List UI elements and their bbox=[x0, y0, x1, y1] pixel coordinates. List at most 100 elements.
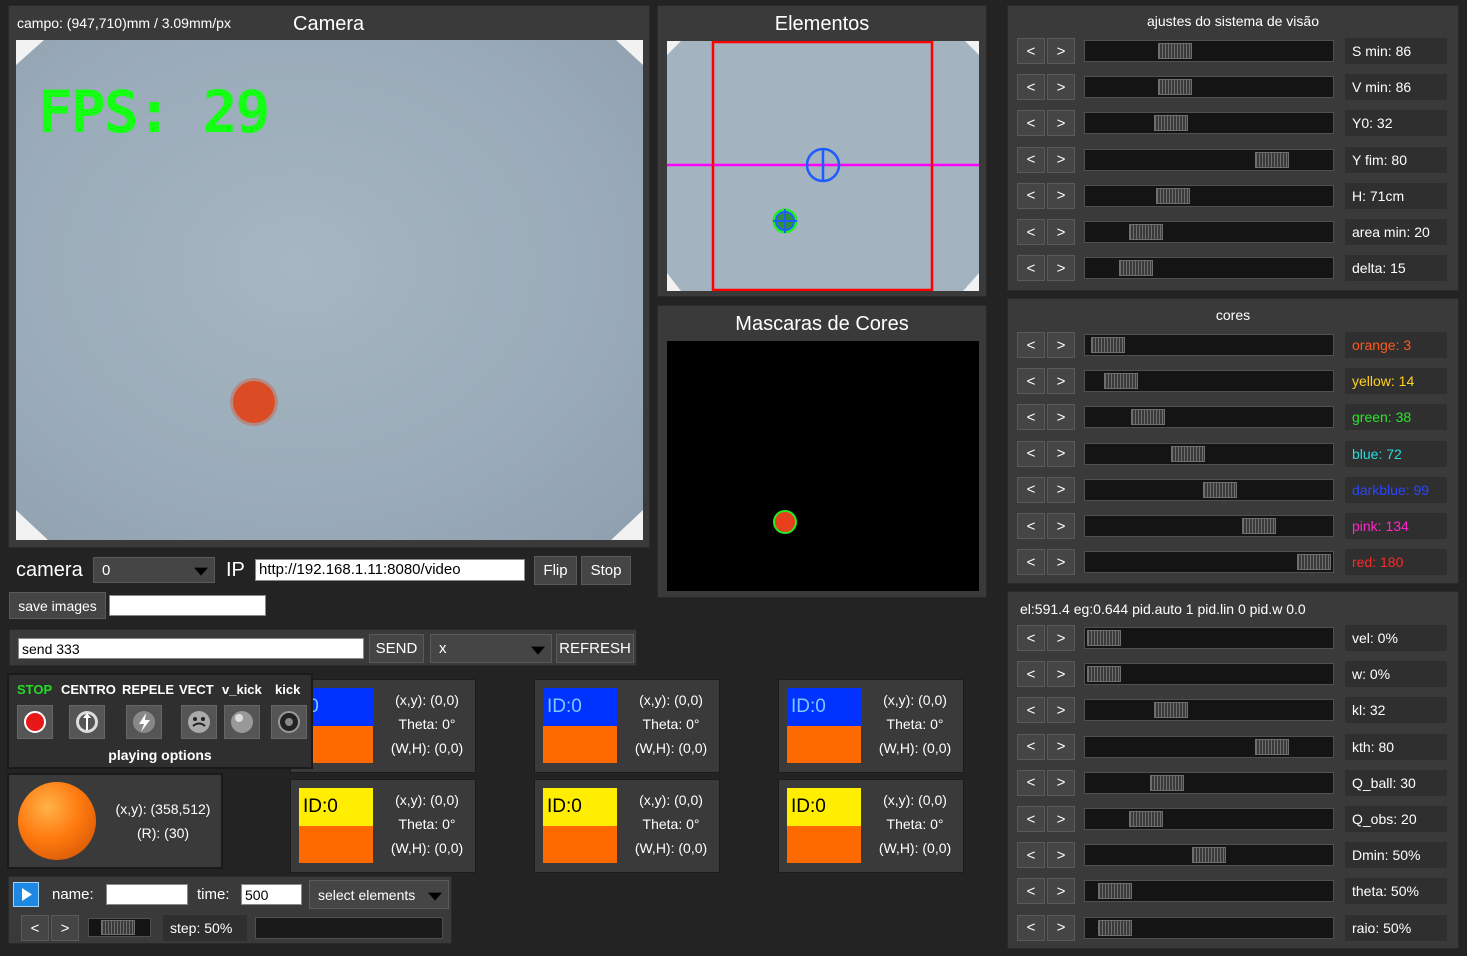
control-slider[interactable] bbox=[1084, 808, 1334, 830]
increment-button[interactable]: > bbox=[1047, 697, 1075, 724]
playing-option-tab-v-kick[interactable]: v_kick bbox=[222, 682, 262, 697]
increment-button[interactable]: > bbox=[1047, 914, 1075, 941]
target-select[interactable]: x bbox=[430, 634, 552, 663]
vision-slider[interactable] bbox=[1084, 76, 1334, 99]
decrement-button[interactable]: < bbox=[1017, 625, 1045, 651]
increment-button[interactable]: > bbox=[1047, 146, 1075, 173]
increment-button[interactable]: > bbox=[1047, 255, 1075, 282]
increment-button[interactable]: > bbox=[1047, 182, 1075, 209]
color-slider-thumb[interactable] bbox=[1131, 409, 1166, 426]
control-slider-thumb[interactable] bbox=[1154, 702, 1189, 719]
control-slider[interactable] bbox=[1084, 916, 1334, 939]
increment-button[interactable]: > bbox=[1047, 733, 1075, 760]
control-slider-thumb[interactable] bbox=[1087, 666, 1121, 683]
playing-option-tab-stop[interactable]: STOP bbox=[17, 682, 52, 697]
control-slider-thumb[interactable] bbox=[1097, 883, 1132, 900]
decrement-button[interactable]: < bbox=[1017, 255, 1045, 282]
decrement-button[interactable]: < bbox=[1017, 914, 1045, 941]
save-images-input[interactable] bbox=[109, 595, 266, 616]
time-input[interactable]: 500 bbox=[241, 884, 302, 905]
increment-button[interactable]: > bbox=[1047, 110, 1075, 137]
increment-button[interactable]: > bbox=[1047, 549, 1075, 576]
vision-slider-thumb[interactable] bbox=[1129, 224, 1163, 240]
control-slider-thumb[interactable] bbox=[1150, 774, 1184, 791]
vision-slider-thumb[interactable] bbox=[1154, 115, 1189, 132]
camera-select[interactable]: 0 bbox=[93, 557, 215, 583]
color-slider-thumb[interactable] bbox=[1103, 373, 1138, 390]
playing-option-tab-kick[interactable]: kick bbox=[275, 682, 300, 697]
control-slider[interactable] bbox=[1084, 627, 1334, 649]
play-button[interactable] bbox=[13, 882, 39, 907]
decrement-button[interactable]: < bbox=[1017, 219, 1045, 245]
ip-input[interactable]: http://192.168.1.11:8080/video bbox=[255, 559, 525, 581]
decrement-button[interactable]: < bbox=[1017, 38, 1045, 64]
increment-button[interactable]: > bbox=[1047, 806, 1075, 832]
control-slider[interactable] bbox=[1084, 844, 1334, 867]
color-slider-thumb[interactable] bbox=[1202, 481, 1237, 498]
kick-icon[interactable] bbox=[271, 705, 307, 739]
vision-slider[interactable] bbox=[1084, 148, 1334, 171]
increment-button[interactable]: > bbox=[1047, 332, 1075, 358]
refresh-button[interactable]: REFRESH bbox=[556, 634, 634, 663]
select-elements-dropdown[interactable]: select elements bbox=[309, 880, 449, 909]
color-slider-thumb[interactable] bbox=[1297, 554, 1331, 571]
vision-slider-thumb[interactable] bbox=[1255, 151, 1289, 168]
decrement-button[interactable]: < bbox=[1017, 513, 1045, 539]
color-slider[interactable] bbox=[1084, 478, 1334, 501]
increment-button[interactable]: > bbox=[1047, 38, 1075, 64]
vector-icon[interactable] bbox=[181, 705, 217, 739]
increment-button[interactable]: > bbox=[1047, 769, 1075, 796]
vision-slider-thumb[interactable] bbox=[1118, 260, 1153, 277]
control-slider-thumb[interactable] bbox=[1255, 738, 1289, 755]
control-slider-thumb[interactable] bbox=[1192, 847, 1226, 864]
decrement-button[interactable]: < bbox=[1017, 368, 1045, 395]
increment-button[interactable]: > bbox=[1047, 404, 1075, 431]
increment-button[interactable]: > bbox=[1047, 219, 1075, 245]
repel-icon[interactable] bbox=[126, 705, 162, 739]
name-input[interactable] bbox=[106, 884, 188, 905]
v-kick-icon[interactable] bbox=[224, 705, 260, 739]
vision-slider[interactable] bbox=[1084, 184, 1334, 207]
command-input[interactable]: send 333 bbox=[18, 638, 364, 659]
increment-button[interactable]: > bbox=[1047, 513, 1075, 539]
color-slider-thumb[interactable] bbox=[1171, 445, 1205, 462]
color-slider[interactable] bbox=[1084, 406, 1334, 429]
decrement-button[interactable]: < bbox=[1017, 110, 1045, 137]
color-slider-thumb[interactable] bbox=[1242, 518, 1277, 534]
vision-slider[interactable] bbox=[1084, 112, 1334, 135]
vision-slider[interactable] bbox=[1084, 257, 1334, 280]
decrement-button[interactable]: < bbox=[1017, 182, 1045, 209]
step-next-button[interactable]: > bbox=[51, 915, 79, 941]
step-slider-thumb[interactable] bbox=[101, 920, 135, 935]
step-slider[interactable] bbox=[88, 918, 151, 937]
increment-button[interactable]: > bbox=[1047, 878, 1075, 905]
decrement-button[interactable]: < bbox=[1017, 842, 1045, 869]
playing-option-tab-repele[interactable]: REPELE bbox=[122, 682, 174, 697]
color-slider[interactable] bbox=[1084, 515, 1334, 537]
step-prev-button[interactable]: < bbox=[21, 915, 49, 941]
control-slider-thumb[interactable] bbox=[1087, 630, 1121, 646]
color-slider[interactable] bbox=[1084, 334, 1334, 356]
stop-button[interactable]: Stop bbox=[581, 556, 631, 585]
playing-option-tab-vect[interactable]: VECT bbox=[179, 682, 214, 697]
decrement-button[interactable]: < bbox=[1017, 404, 1045, 431]
control-slider[interactable] bbox=[1084, 880, 1334, 903]
send-button[interactable]: SEND bbox=[369, 634, 424, 663]
save-images-button[interactable]: save images bbox=[9, 592, 106, 619]
playing-option-tab-centro[interactable]: CENTRO bbox=[61, 682, 116, 697]
decrement-button[interactable]: < bbox=[1017, 806, 1045, 832]
control-slider[interactable] bbox=[1084, 699, 1334, 722]
decrement-button[interactable]: < bbox=[1017, 146, 1045, 173]
control-slider-thumb[interactable] bbox=[1097, 919, 1132, 936]
stop-icon[interactable] bbox=[17, 705, 53, 739]
decrement-button[interactable]: < bbox=[1017, 878, 1045, 905]
vision-slider[interactable] bbox=[1084, 40, 1334, 62]
color-slider-thumb[interactable] bbox=[1091, 337, 1126, 353]
vision-slider-thumb[interactable] bbox=[1158, 79, 1193, 96]
color-slider[interactable] bbox=[1084, 370, 1334, 393]
vision-slider-thumb[interactable] bbox=[1156, 187, 1191, 204]
control-slider[interactable] bbox=[1084, 663, 1334, 686]
increment-button[interactable]: > bbox=[1047, 476, 1075, 503]
flip-button[interactable]: Flip bbox=[534, 556, 577, 585]
decrement-button[interactable]: < bbox=[1017, 476, 1045, 503]
